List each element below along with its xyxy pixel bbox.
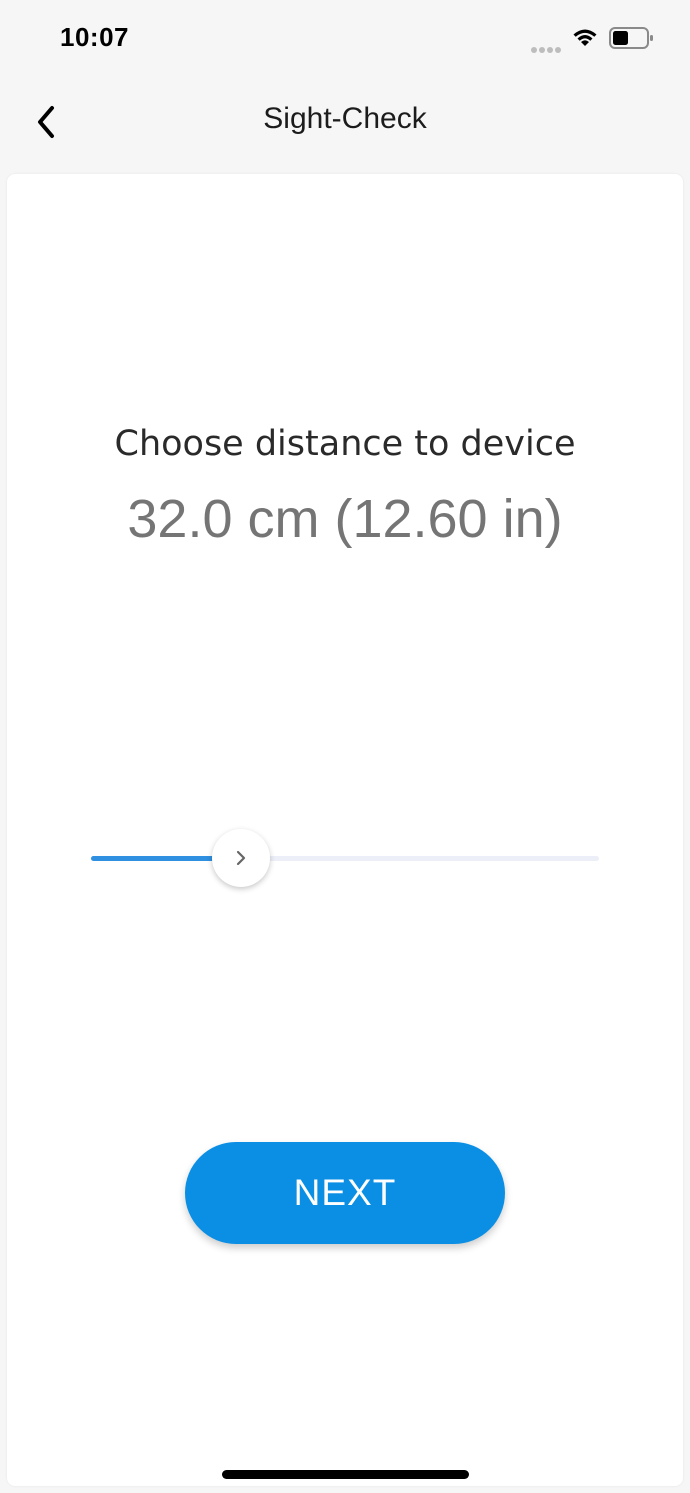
next-button[interactable]: NEXT (185, 1142, 505, 1244)
status-time: 10:07 (60, 22, 129, 52)
home-indicator (222, 1470, 469, 1479)
status-bar: 10:07 (0, 0, 690, 80)
distance-value: 32.0 cm (12.60 in) (127, 489, 563, 549)
wifi-icon (573, 29, 597, 46)
content-card: Choose distance to device 32.0 cm (12.60… (7, 174, 683, 1486)
distance-prompt: Choose distance to device (114, 424, 576, 464)
nav-bar: Sight-Check (0, 80, 690, 168)
signal-dots-icon (531, 40, 565, 53)
page-title: Sight-Check (263, 102, 427, 135)
distance-slider[interactable] (91, 829, 599, 889)
battery-icon (609, 27, 653, 49)
chevron-right-icon (236, 850, 246, 866)
slider-thumb[interactable] (212, 829, 270, 887)
screen: 10:07 Sight-Check Choose distance to dev… (0, 0, 690, 1493)
